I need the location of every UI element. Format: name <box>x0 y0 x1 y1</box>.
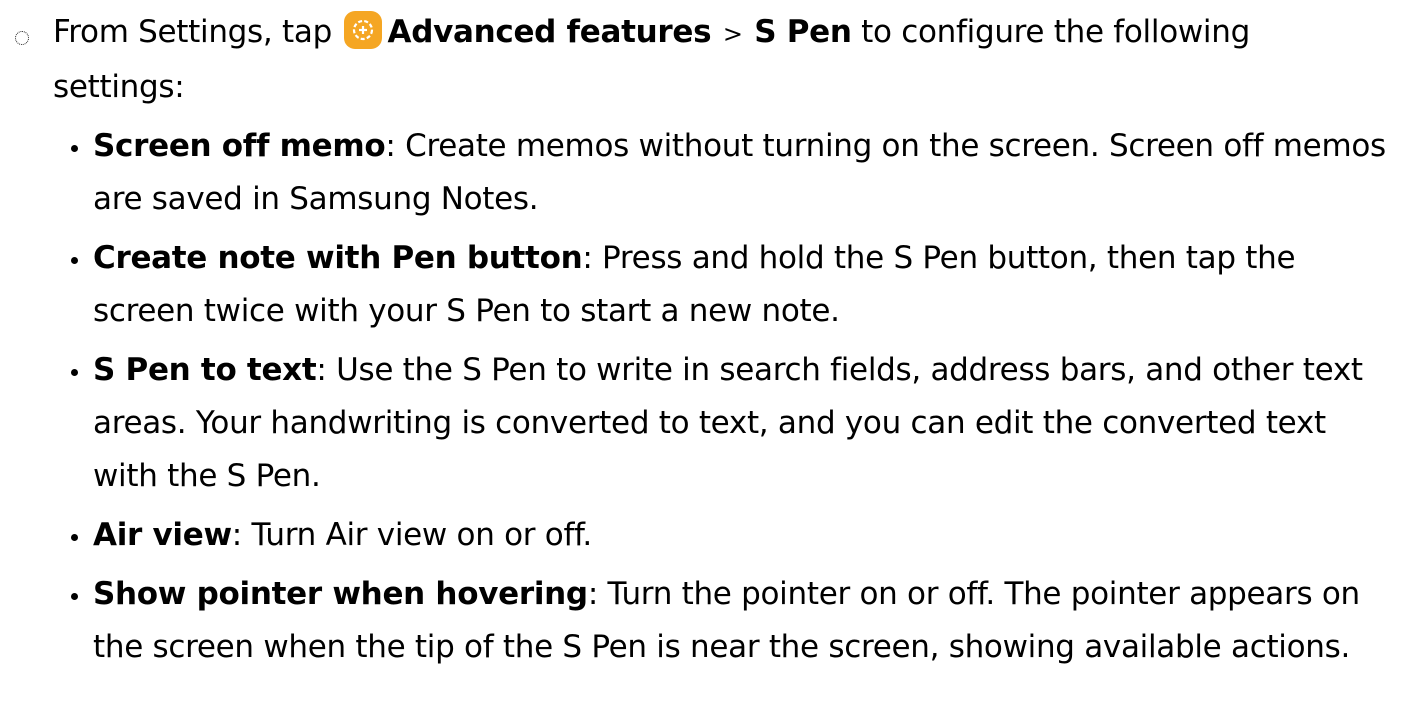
setting-colon: : <box>385 128 396 164</box>
setting-colon: : <box>582 240 593 276</box>
step-text: From Settings, tap Advanced features > S… <box>53 6 1333 114</box>
help-page: From Settings, tap Advanced features > S… <box>0 0 1405 704</box>
list-item: Create note with Pen button: Press and h… <box>0 232 1393 338</box>
setting-colon: : <box>587 576 598 612</box>
setting-term: Screen off memo <box>93 128 386 164</box>
setting-colon: : <box>316 352 327 388</box>
bullet-icon <box>71 369 78 376</box>
list-item: S Pen to text: Use the S Pen to write in… <box>0 344 1393 503</box>
list-item: Show pointer when hovering: Turn the poi… <box>0 568 1393 674</box>
list-item: Air view: Turn Air view on or off. <box>0 509 1393 562</box>
step-instruction: From Settings, tap Advanced features > S… <box>0 6 1380 114</box>
setting-description: Turn Air view on or off. <box>241 517 593 553</box>
list-item: Screen off memo: Create memos without tu… <box>0 120 1393 226</box>
setting-colon: : <box>231 517 242 553</box>
gear-plus-icon <box>352 19 373 41</box>
advanced-features-icon <box>343 11 382 49</box>
bullet-icon <box>71 145 78 152</box>
settings-list: Screen off memo: Create memos without tu… <box>0 120 1400 680</box>
bullet-icon <box>71 257 78 264</box>
setting-term: Show pointer when hovering <box>93 576 588 612</box>
bullet-icon <box>71 534 78 541</box>
breadcrumb-separator: > <box>722 20 743 48</box>
step-marker-icon <box>15 31 29 45</box>
step-prefix: From Settings, tap <box>53 14 342 50</box>
setting-term: Air view <box>93 517 232 553</box>
setting-term: S Pen to text <box>93 352 317 388</box>
advanced-features-link[interactable]: Advanced features <box>388 14 712 50</box>
bullet-icon <box>71 593 78 600</box>
setting-term: Create note with Pen button <box>93 240 583 276</box>
s-pen-link[interactable]: S Pen <box>754 14 852 50</box>
